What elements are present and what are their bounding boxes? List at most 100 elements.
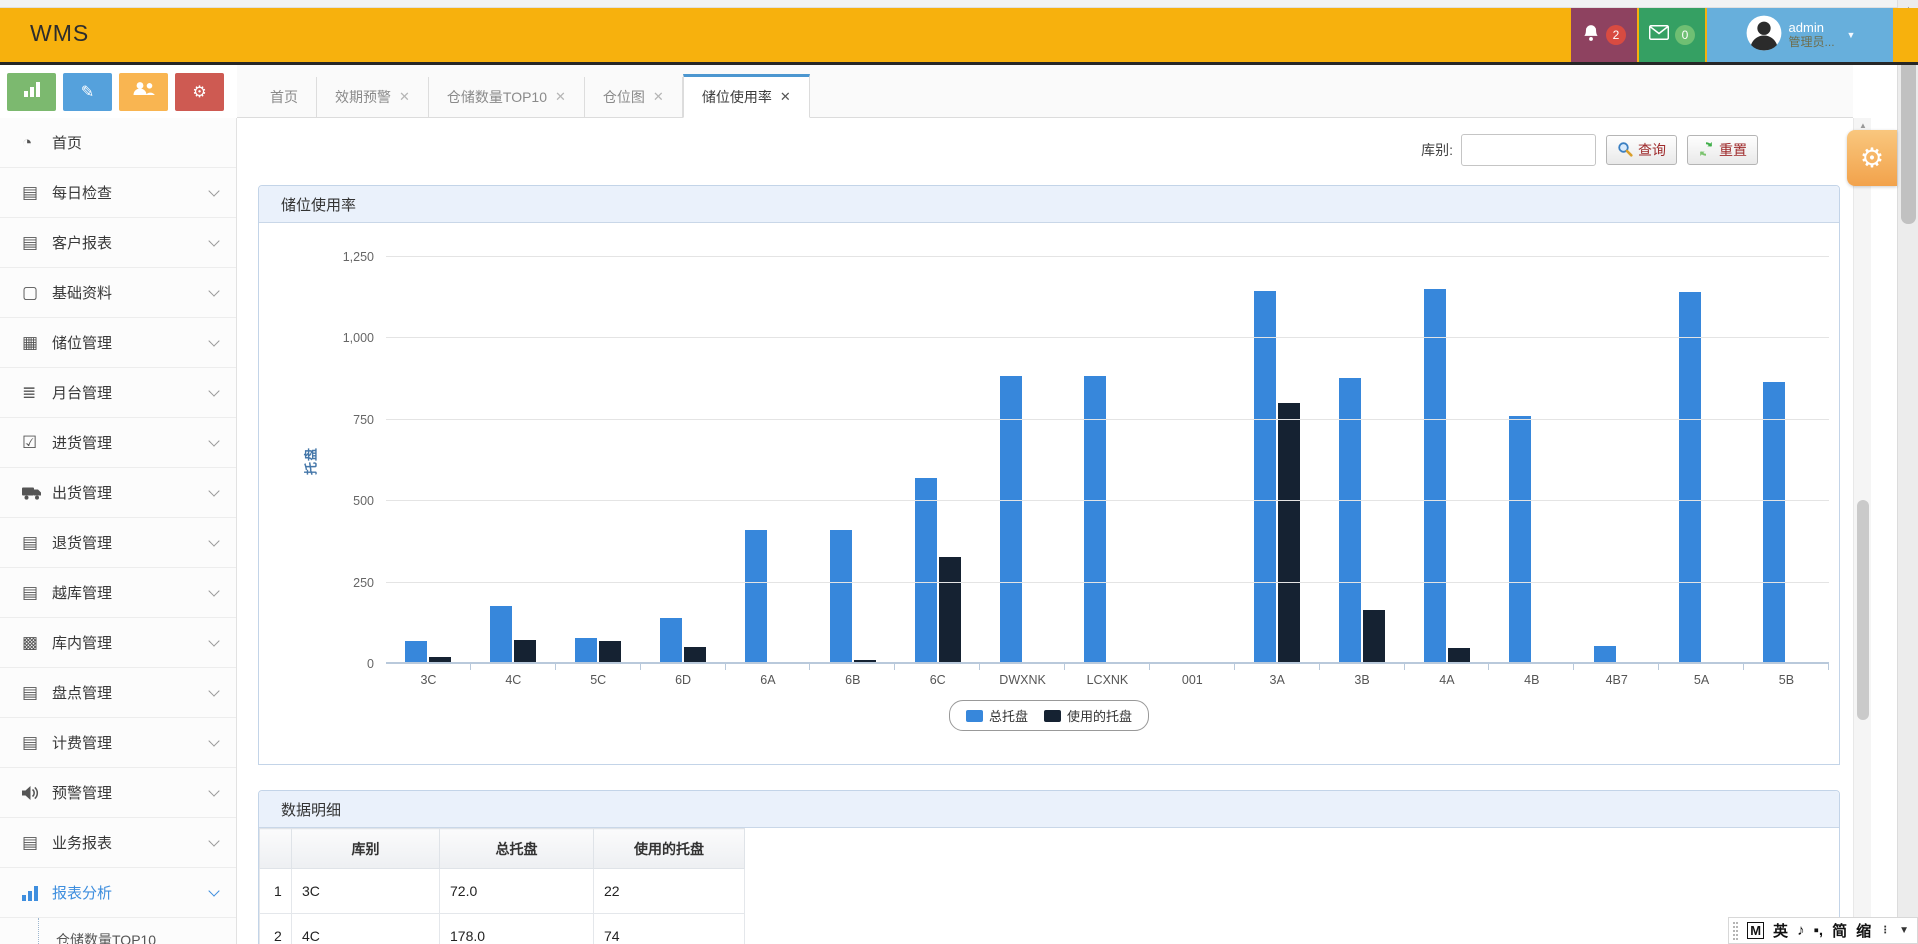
browser-scrollbar: ▲ (1897, 0, 1918, 944)
chart-panel-title: 储位使用率 (259, 186, 1839, 223)
table-row[interactable]: 13C72.022 (260, 869, 745, 914)
chart-icon (24, 81, 40, 102)
ime-item-5[interactable]: 简 (1832, 920, 1847, 941)
toolbar-gears-button[interactable]: ⚙ (175, 73, 224, 111)
ime-item-7[interactable]: ⋮ (1880, 925, 1890, 936)
chevron-down-icon (208, 685, 219, 696)
ime-item-1[interactable]: M (1747, 922, 1764, 939)
close-icon[interactable]: ✕ (399, 89, 410, 105)
sidebar-subitem-仓储数量TOP10[interactable]: 仓储数量TOP10 (0, 918, 236, 944)
sidebar-item-出货管理[interactable]: 出货管理 (0, 468, 236, 518)
sidebar-item-月台管理[interactable]: ≣月台管理 (0, 368, 236, 418)
table-icon: ▤ (22, 833, 52, 853)
query-button[interactable]: 查询 (1606, 135, 1677, 165)
table-cell: 74 (594, 914, 745, 944)
tab-储位使用率[interactable]: 储位使用率✕ (683, 74, 810, 118)
messages-button[interactable]: 0 (1639, 8, 1705, 62)
legend-item-使用的托盘[interactable]: 使用的托盘 (1044, 706, 1132, 725)
bar-总托盘-4C (490, 606, 512, 664)
search-row: 库别: 查询 重置 (1421, 134, 1758, 166)
sidebar-item-每日检查[interactable]: ▤每日检查 (0, 168, 236, 218)
sidebar-item-label: 进货管理 (52, 432, 210, 453)
theme-settings-button[interactable]: ⚙ (1847, 130, 1897, 186)
chart-category-6D: 6D (641, 257, 726, 664)
sidebar-item-预警管理[interactable]: 预警管理 (0, 768, 236, 818)
close-icon[interactable]: ✕ (780, 89, 791, 105)
toolbar-pencil-button[interactable]: ✎ (63, 73, 112, 111)
warehouse-input[interactable] (1461, 134, 1596, 166)
y-tick-label: 1,250 (343, 250, 374, 264)
ime-item-2[interactable]: 英 (1773, 920, 1788, 941)
ime-item-8[interactable]: ▼ (1899, 925, 1909, 936)
sidebar-item-客户报表[interactable]: ▤客户报表 (0, 218, 236, 268)
ime-item-6[interactable]: 缩 (1856, 920, 1871, 941)
chevron-down-icon (208, 535, 219, 546)
table-cell: 3C (292, 869, 440, 914)
chevron-down-icon (208, 235, 219, 246)
tab-仓位图[interactable]: 仓位图 ✕ (585, 77, 683, 117)
table-cell: 178.0 (440, 914, 594, 944)
sidebar-item-库内管理[interactable]: ▩库内管理 (0, 618, 236, 668)
sidebar-item-报表分析[interactable]: 报表分析 (0, 868, 236, 918)
sidebar-item-label: 越库管理 (52, 582, 210, 603)
sidebar-item-label: 退货管理 (52, 532, 210, 553)
tab-label: 仓储数量TOP10 (447, 87, 547, 107)
sidebar-item-退货管理[interactable]: ▤退货管理 (0, 518, 236, 568)
table-row[interactable]: 24C178.074 (260, 914, 745, 944)
y-tick-label: 0 (367, 657, 374, 671)
sidebar-item-label: 出货管理 (52, 482, 210, 503)
warehouse-field-label: 库别: (1421, 140, 1453, 160)
column-header[interactable] (260, 829, 292, 869)
toolbar-chart-button[interactable] (7, 73, 56, 111)
chevron-down-icon (208, 185, 219, 196)
chevron-down-icon (208, 335, 219, 346)
notifications-button[interactable]: 2 (1571, 8, 1637, 62)
column-header-使用的托盘[interactable]: 使用的托盘 (594, 829, 745, 869)
ime-item-4[interactable]: ▪, (1814, 922, 1824, 939)
sidebar: ◔首页▤每日检查▤客户报表▢基础资料▦储位管理≣月台管理☑进货管理出货管理▤退货… (0, 118, 237, 944)
chart-category-4C: 4C (471, 257, 556, 664)
tab-效期预警[interactable]: 效期预警✕ (317, 77, 429, 117)
content-scrollbar-thumb[interactable] (1857, 500, 1869, 720)
sidebar-item-业务报表[interactable]: ▤业务报表 (0, 818, 236, 868)
user-menu[interactable]: admin 管理员... ▼ (1707, 8, 1893, 62)
sidebar-item-计费管理[interactable]: ▤计费管理 (0, 718, 236, 768)
legend-swatch (1044, 710, 1061, 722)
column-header-总托盘[interactable]: 总托盘 (440, 829, 594, 869)
chart-category-5C: 5C (556, 257, 641, 664)
film-icon: ▩ (22, 633, 52, 653)
sidebar-item-越库管理[interactable]: ▤越库管理 (0, 568, 236, 618)
username: admin (1789, 20, 1835, 35)
close-icon[interactable]: ✕ (555, 89, 566, 105)
tab-label: 仓位图 (603, 87, 645, 107)
y-tick-label: 250 (353, 576, 374, 590)
main-content: 库别: 查询 重置 储位使用率 托盘 3C4C5C6D6A6B6CDWXNKLC… (238, 118, 1853, 944)
bar-总托盘-6A (745, 530, 767, 664)
bar-总托盘-3B (1339, 378, 1361, 664)
bar-总托盘-6B (830, 530, 852, 664)
reset-button[interactable]: 重置 (1687, 135, 1758, 165)
bar-总托盘-5A (1679, 292, 1701, 664)
close-icon[interactable]: ✕ (653, 89, 664, 105)
ime-item-3[interactable]: ♪ (1797, 922, 1805, 939)
topbar: WMS 2 0 admin 管理员... ▼ (0, 8, 1918, 65)
gridline (386, 500, 1829, 501)
sidebar-item-首页[interactable]: ◔首页 (0, 118, 236, 168)
legend-label: 总托盘 (989, 706, 1028, 725)
sidebar-item-进货管理[interactable]: ☑进货管理 (0, 418, 236, 468)
sidebar-item-储位管理[interactable]: ▦储位管理 (0, 318, 236, 368)
sidebar-item-盘点管理[interactable]: ▤盘点管理 (0, 668, 236, 718)
ime-bar: M英 ♪ ▪, 简缩 ⋮ ▼ (1728, 917, 1918, 944)
bar-总托盘-6D (660, 618, 682, 664)
ime-drag-handle[interactable] (1733, 922, 1738, 940)
chevron-down-icon (208, 635, 219, 646)
legend-item-总托盘[interactable]: 总托盘 (966, 706, 1028, 725)
browser-strip (0, 0, 1918, 8)
chevron-down-icon (208, 435, 219, 446)
gridline (386, 256, 1829, 257)
column-header-库别[interactable]: 库别 (292, 829, 440, 869)
toolbar-users-button[interactable] (119, 73, 168, 111)
sidebar-item-基础资料[interactable]: ▢基础资料 (0, 268, 236, 318)
tab-仓储数量TOP10[interactable]: 仓储数量TOP10 ✕ (429, 77, 585, 117)
tab-首页[interactable]: 首页 (251, 77, 317, 117)
